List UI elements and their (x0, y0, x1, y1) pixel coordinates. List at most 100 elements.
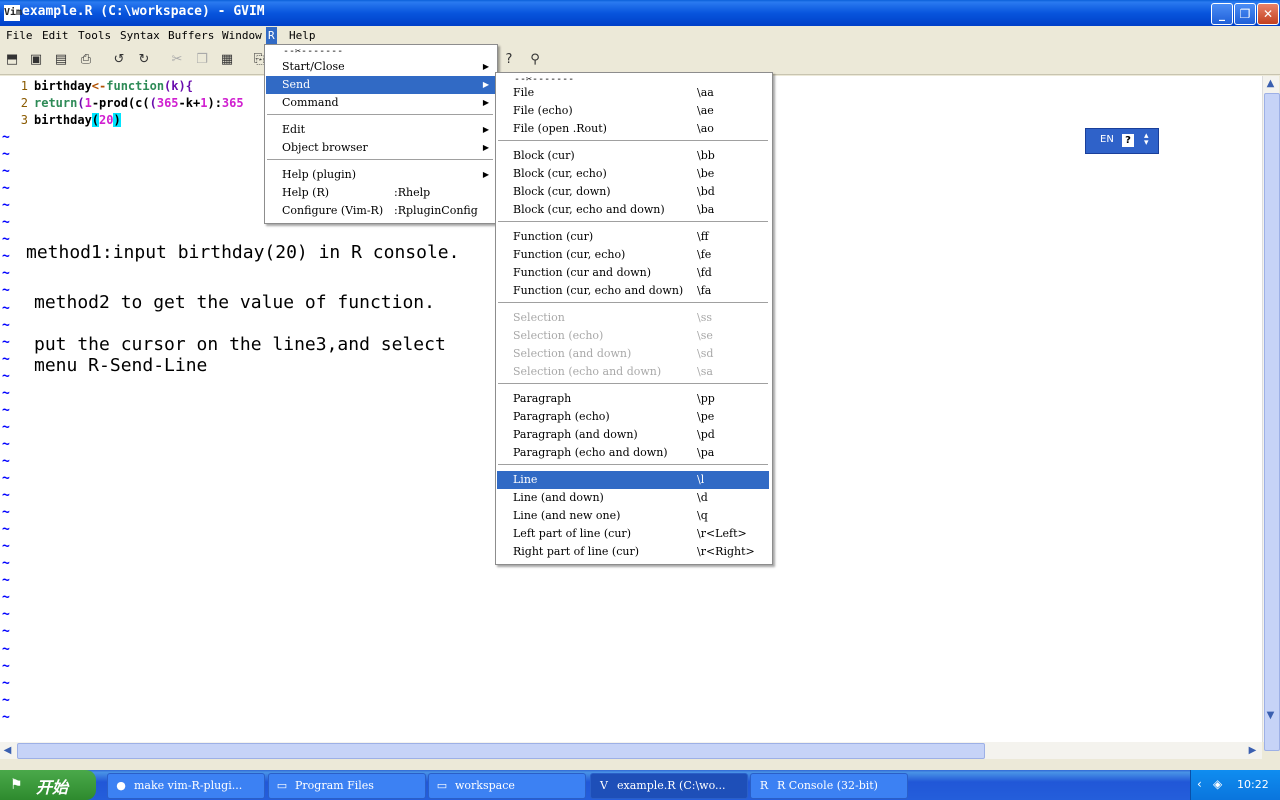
code-token: -k+ (178, 96, 201, 110)
send-menu-item-block-cur-down[interactable]: Block (cur, down) \bd (497, 183, 769, 201)
send-menu-item-function-cur-echo-and-down[interactable]: Function (cur, echo and down) \fa (497, 282, 769, 300)
empty-line-tilde: ~ (2, 266, 10, 282)
menu-syntax[interactable]: Syntax (118, 29, 162, 42)
send-menu-item-file-open-rout[interactable]: File (open .Rout) \ao (497, 120, 769, 138)
help-icon[interactable]: ? (500, 51, 518, 69)
menu-item-label: Selection (echo and down) (513, 365, 662, 378)
redo-icon[interactable]: ↻ (135, 51, 153, 69)
menu-tearoff[interactable]: --✂------- (283, 46, 343, 57)
code-line-3[interactable]: 3 birthday(20) (0, 112, 121, 129)
menu-buffers[interactable]: Buffers (166, 29, 216, 42)
r-menu-item-edit[interactable]: Edit ▶ (266, 121, 495, 139)
line-number: 2 (20, 96, 28, 110)
r-menu-item-configure-vim-r[interactable]: Configure (Vim-R) :RpluginConfig (266, 202, 495, 220)
taskbar-item-r-console-32-bit[interactable]: R R Console (32-bit) (750, 773, 908, 799)
menu-item-label: Help (plugin) (282, 168, 357, 181)
r-menu-item-send[interactable]: Send ▶ (266, 76, 495, 94)
send-menu-item-paragraph[interactable]: Paragraph \pp (497, 390, 769, 408)
code-token: ( (149, 96, 157, 110)
language-indicator[interactable]: EN (1100, 134, 1114, 145)
menu-item-label: Configure (Vim-R) (282, 204, 384, 217)
menu-item-shortcut: :RpluginConfig (394, 204, 478, 217)
menu-item-shortcut: \sd (697, 347, 714, 360)
vertical-scrollbar[interactable]: ▲ ▼ (1262, 76, 1280, 751)
menu-item-label: Block (cur, echo) (513, 167, 607, 180)
send-menu-item-line-and-new-one[interactable]: Line (and new one) \q (497, 507, 769, 525)
menu-tools[interactable]: Tools (76, 29, 113, 42)
send-menu-item-function-cur[interactable]: Function (cur) \ff (497, 228, 769, 246)
send-menu-item-function-cur-and-down[interactable]: Function (cur and down) \fd (497, 264, 769, 282)
submenu-arrow-icon: ▶ (482, 98, 489, 107)
send-menu-item-right-part-of-line-cur[interactable]: Right part of line (cur) \r<Right> (497, 543, 769, 561)
undo-icon[interactable]: ↺ (110, 51, 128, 69)
r-menu-item-help-plugin[interactable]: Help (plugin) ▶ (266, 166, 495, 184)
print-icon[interactable]: ⎙ (77, 51, 95, 69)
cut-icon[interactable]: ✂ (168, 51, 186, 69)
code-token: ) (113, 113, 121, 127)
open-icon[interactable]: ⬒ (3, 51, 21, 69)
scroll-up-icon[interactable]: ▲ (1263, 76, 1278, 91)
send-menu-item-paragraph-and-down[interactable]: Paragraph (and down) \pd (497, 426, 769, 444)
paste-icon[interactable]: ▦ (218, 51, 236, 69)
minimize-button[interactable]: _ (1211, 3, 1233, 25)
menu-item-shortcut: \q (697, 509, 708, 522)
send-menu-item-paragraph-echo[interactable]: Paragraph (echo) \pe (497, 408, 769, 426)
options-icon[interactable]: ▴ ▾ (1144, 132, 1149, 148)
close-button[interactable]: ✕ (1257, 3, 1279, 25)
save-all-icon[interactable]: ▤ (52, 51, 70, 69)
horizontal-scroll-thumb[interactable] (17, 743, 985, 759)
taskbar-item-program-files[interactable]: ▭ Program Files (268, 773, 426, 799)
scroll-right-icon[interactable]: ▶ (1245, 743, 1260, 758)
code-line-1[interactable]: 1 birthday<-function(k){ (0, 78, 193, 95)
menu-edit[interactable]: Edit (40, 29, 71, 42)
empty-line-tilde: ~ (2, 164, 10, 180)
send-menu-item-selection-echo: Selection (echo) \se (497, 327, 769, 345)
code-line-2[interactable]: 2 return(1-prod(c((365-k+1):365 (0, 95, 244, 112)
menu-window[interactable]: Window (220, 29, 264, 42)
taskbar-item-make-vim-r-plugi[interactable]: ● make vim-R-plugi... (107, 773, 265, 799)
menu-item-label: Line (513, 473, 538, 486)
send-menu-item-block-cur-echo[interactable]: Block (cur, echo) \be (497, 165, 769, 183)
find-help-icon[interactable]: ⚲ (526, 51, 544, 69)
menu-item-shortcut: \fd (697, 266, 712, 279)
empty-line-tilde: ~ (2, 283, 10, 299)
send-menu-item-file-echo[interactable]: File (echo) \ae (497, 102, 769, 120)
send-menu-item-line[interactable]: Line \l (497, 471, 769, 489)
r-menu-item-object-browser[interactable]: Object browser ▶ (266, 139, 495, 157)
empty-line-tilde: ~ (2, 556, 10, 572)
maximize-button[interactable]: ❐ (1234, 3, 1256, 25)
menu-file[interactable]: File (4, 29, 35, 42)
tray-arrow-icon[interactable]: ‹ (1197, 777, 1202, 791)
empty-line-tilde: ~ (2, 539, 10, 555)
start-button[interactable]: ⚑ 开始 (0, 770, 96, 800)
horizontal-scrollbar[interactable]: ◀ ▶ (0, 742, 1262, 759)
send-menu-item-block-cur-echo-and-down[interactable]: Block (cur, echo and down) \ba (497, 201, 769, 219)
send-menu-item-line-and-down[interactable]: Line (and down) \d (497, 489, 769, 507)
r-menu-item-command[interactable]: Command ▶ (266, 94, 495, 112)
language-bar[interactable]: EN ? ▴ ▾ (1085, 128, 1159, 154)
send-menu-item-paragraph-echo-and-down[interactable]: Paragraph (echo and down) \pa (497, 444, 769, 462)
r-menu-item-start-close[interactable]: Start/Close ▶ (266, 58, 495, 76)
copy-icon[interactable]: ❐ (193, 51, 211, 69)
send-menu-item-file[interactable]: File \aa (497, 84, 769, 102)
help-icon[interactable]: ? (1122, 134, 1134, 147)
gvim-app-icon[interactable]: Vim (4, 5, 22, 21)
scroll-left-icon[interactable]: ◀ (0, 743, 15, 758)
clock: 10:22 (1237, 778, 1269, 791)
send-menu-item-left-part-of-line-cur[interactable]: Left part of line (cur) \r<Left> (497, 525, 769, 543)
note-method2: method2 to get the value of function. (34, 292, 435, 313)
taskbar: ⚑ 开始 ● make vim-R-plugi... ▭ Program Files ▭… (0, 770, 1280, 800)
send-menu-item-function-cur-echo[interactable]: Function (cur, echo) \fe (497, 246, 769, 264)
save-icon[interactable]: ▣ (27, 51, 45, 69)
empty-line-tilde: ~ (2, 317, 10, 333)
menu-help[interactable]: Help (287, 29, 318, 42)
taskbar-item-workspace[interactable]: ▭ workspace (428, 773, 586, 799)
network-icon[interactable]: ◈ (1213, 777, 1222, 791)
r-menu-item-help-r[interactable]: Help (R):Rhelp (266, 184, 495, 202)
taskbar-item-example-r-c-wo[interactable]: Vexample.R (C:\wo... (590, 773, 748, 799)
scroll-down-icon[interactable]: ▼ (1263, 708, 1278, 723)
send-menu-item-block-cur[interactable]: Block (cur) \bb (497, 147, 769, 165)
vertical-scroll-thumb[interactable] (1264, 93, 1280, 751)
line-number: 1 (20, 79, 28, 93)
menu-r[interactable]: R (266, 27, 277, 45)
